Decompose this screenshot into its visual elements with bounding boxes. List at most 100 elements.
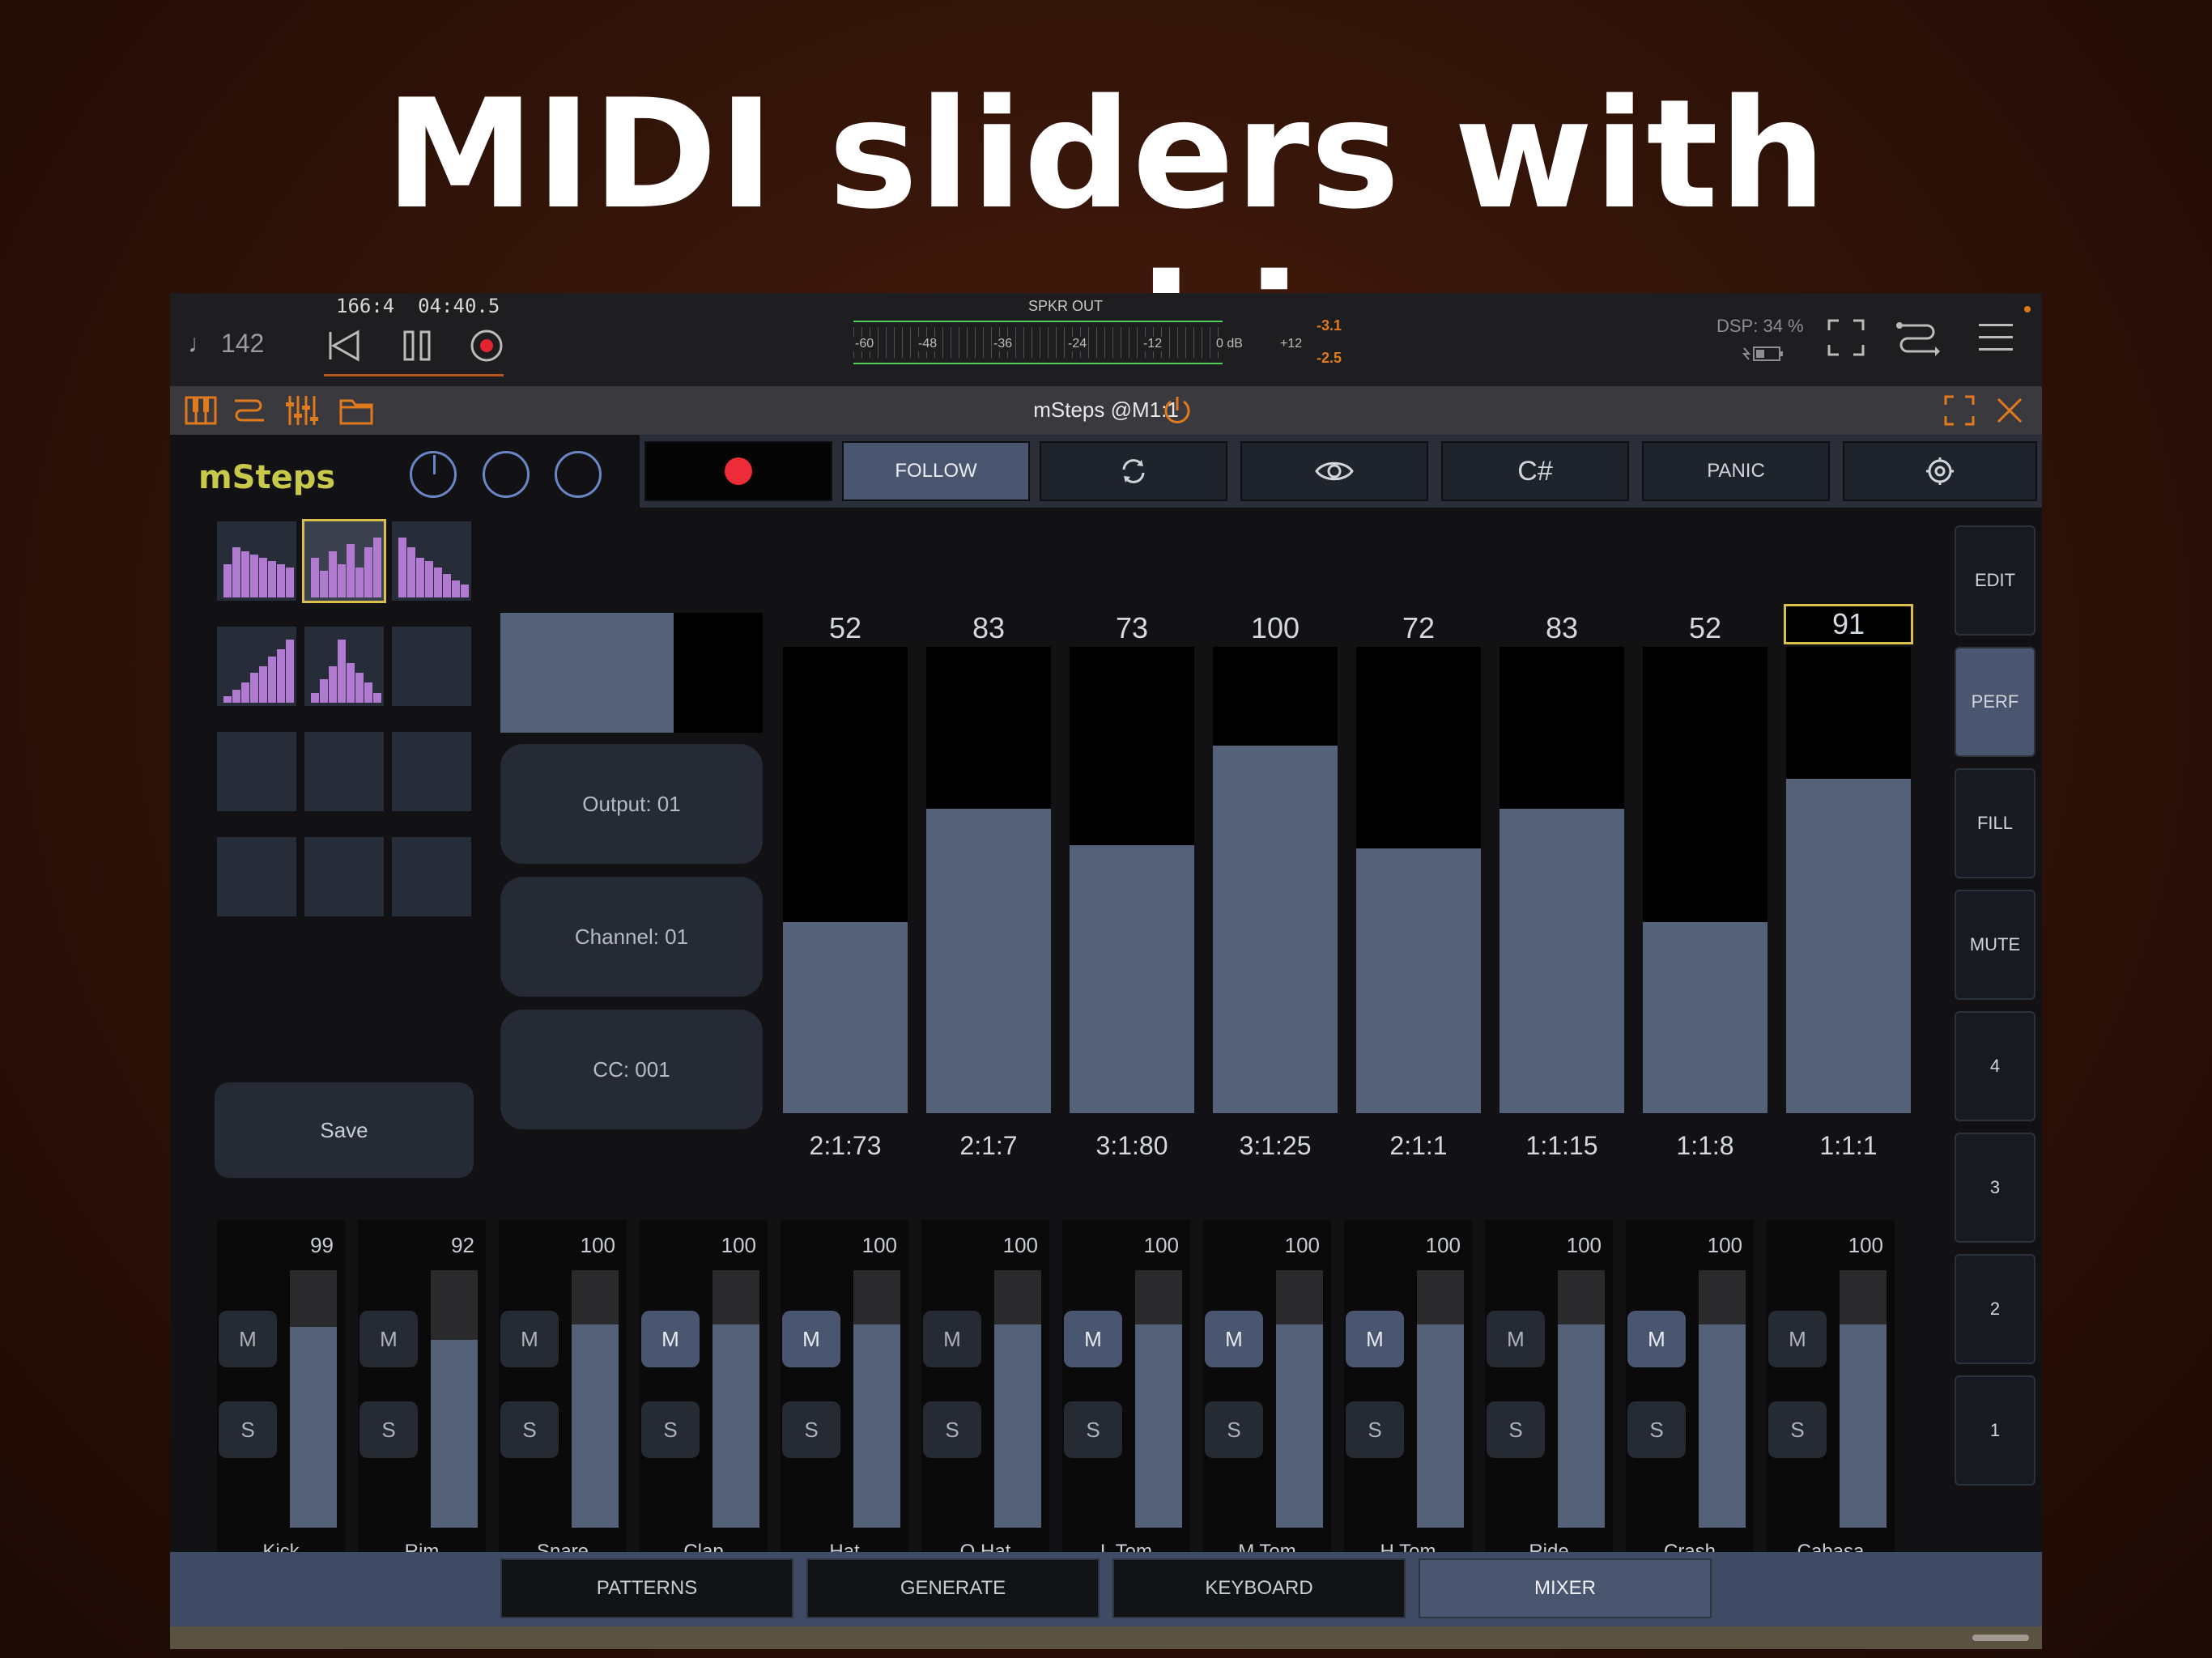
- tab-patterns[interactable]: PATTERNS: [500, 1558, 793, 1618]
- pattern-slot[interactable]: [217, 521, 296, 601]
- host-app: ♩ 142 166:4 04:40.5 SPKR OUT -60 -48 -36…: [170, 293, 2042, 1649]
- settings-button[interactable]: [1843, 441, 2037, 501]
- pattern-slot[interactable]: [217, 732, 296, 811]
- tempo-display[interactable]: ♩ 142: [188, 329, 264, 359]
- channel-fader[interactable]: [1417, 1270, 1464, 1528]
- output-selector[interactable]: Output: 01: [500, 744, 763, 864]
- solo-button[interactable]: S: [1487, 1401, 1545, 1458]
- mute-button[interactable]: M: [641, 1311, 700, 1367]
- channel-fader[interactable]: [290, 1270, 337, 1528]
- channel-fader[interactable]: [713, 1270, 759, 1528]
- pattern-slot[interactable]: [392, 521, 471, 601]
- solo-button[interactable]: S: [782, 1401, 840, 1458]
- side-button-mute[interactable]: MUTE: [1955, 890, 2035, 1000]
- side-button-fill[interactable]: FILL: [1955, 768, 2035, 878]
- side-button-2[interactable]: 2: [1955, 1254, 2035, 1364]
- mute-button[interactable]: M: [1064, 1311, 1122, 1367]
- solo-button[interactable]: S: [500, 1401, 559, 1458]
- pattern-slot[interactable]: [304, 732, 384, 811]
- mute-button[interactable]: M: [359, 1311, 418, 1367]
- pattern-slot[interactable]: [217, 627, 296, 706]
- mute-button[interactable]: M: [1346, 1311, 1404, 1367]
- fullscreen-icon[interactable]: [1826, 317, 1866, 358]
- channel-volume: 100: [721, 1233, 756, 1257]
- channel-fader[interactable]: [1276, 1270, 1323, 1528]
- pattern-slot[interactable]: [302, 519, 386, 603]
- pattern-slot[interactable]: [392, 627, 471, 706]
- expand-icon[interactable]: [1943, 394, 1976, 427]
- side-button-4[interactable]: 4: [1955, 1011, 2035, 1121]
- mute-button[interactable]: M: [1768, 1311, 1827, 1367]
- mute-button[interactable]: M: [1205, 1311, 1263, 1367]
- cc-selector[interactable]: CC: 001: [500, 1010, 763, 1129]
- tab-keyboard[interactable]: KEYBOARD: [1112, 1558, 1406, 1618]
- close-icon[interactable]: [1993, 394, 2026, 427]
- solo-button[interactable]: S: [219, 1401, 277, 1458]
- pause-icon[interactable]: [398, 327, 436, 364]
- menu-icon[interactable]: [1977, 317, 2014, 358]
- channel-fader[interactable]: [853, 1270, 900, 1528]
- follow-button[interactable]: FOLLOW: [842, 441, 1030, 501]
- record-icon[interactable]: [468, 327, 505, 364]
- step-slider[interactable]: [1643, 647, 1767, 1113]
- transport-underline: [324, 374, 504, 376]
- solo-button[interactable]: S: [641, 1401, 700, 1458]
- loop-button[interactable]: [1040, 441, 1227, 501]
- step-slider[interactable]: [783, 647, 908, 1113]
- side-button-perf[interactable]: PERF: [1955, 647, 2035, 757]
- solo-button[interactable]: S: [1064, 1401, 1122, 1458]
- step-slider[interactable]: [1499, 647, 1624, 1113]
- key-button[interactable]: C#: [1441, 441, 1629, 501]
- pattern-slot[interactable]: [304, 837, 384, 916]
- solo-button[interactable]: S: [923, 1401, 981, 1458]
- channel-fader[interactable]: [1699, 1270, 1746, 1528]
- channel-fader[interactable]: [1558, 1270, 1605, 1528]
- mute-button[interactable]: M: [923, 1311, 981, 1367]
- step-slider[interactable]: [1786, 647, 1911, 1113]
- routing-icon[interactable]: [1895, 317, 1940, 358]
- solo-button[interactable]: S: [1346, 1401, 1404, 1458]
- step-slider[interactable]: [1070, 647, 1194, 1113]
- side-button-3[interactable]: 3: [1955, 1133, 2035, 1243]
- tab-generate[interactable]: GENERATE: [806, 1558, 1100, 1618]
- tab-mixer[interactable]: MIXER: [1419, 1558, 1712, 1618]
- channel-fader[interactable]: [994, 1270, 1041, 1528]
- step-slider[interactable]: [1213, 647, 1338, 1113]
- solo-button[interactable]: S: [1768, 1401, 1827, 1458]
- pattern-slot[interactable]: [217, 837, 296, 916]
- step-slider[interactable]: [1356, 647, 1481, 1113]
- side-button-1[interactable]: 1: [1955, 1375, 2035, 1486]
- channel-fader[interactable]: [431, 1270, 478, 1528]
- pattern-slot[interactable]: [392, 732, 471, 811]
- panic-button[interactable]: PANIC: [1642, 441, 1830, 501]
- step-slider[interactable]: [926, 647, 1051, 1113]
- record-button[interactable]: [644, 441, 832, 501]
- pattern-slot[interactable]: [304, 627, 384, 706]
- mute-button[interactable]: M: [219, 1311, 277, 1367]
- solo-button[interactable]: S: [1627, 1401, 1686, 1458]
- eye-icon: [1315, 461, 1354, 481]
- solo-button[interactable]: S: [359, 1401, 418, 1458]
- view-button[interactable]: [1240, 441, 1428, 501]
- side-button-edit[interactable]: EDIT: [1955, 525, 2035, 636]
- channel-fader[interactable]: [1840, 1270, 1887, 1528]
- channel-fader[interactable]: [1135, 1270, 1182, 1528]
- host-toolbar: ♩ 142 166:4 04:40.5 SPKR OUT -60 -48 -36…: [170, 293, 2042, 386]
- mute-button[interactable]: M: [1627, 1311, 1686, 1367]
- mute-button[interactable]: M: [500, 1311, 559, 1367]
- save-button[interactable]: Save: [215, 1082, 474, 1178]
- knob-1[interactable]: [410, 451, 457, 498]
- pattern-slot[interactable]: [392, 837, 471, 916]
- pattern-bar: [452, 580, 460, 597]
- pattern-bar: [338, 564, 346, 597]
- meter-bar-left: [853, 321, 1223, 322]
- mute-button[interactable]: M: [1487, 1311, 1545, 1367]
- knob-2[interactable]: [483, 451, 530, 498]
- solo-button[interactable]: S: [1205, 1401, 1263, 1458]
- power-icon[interactable]: [1161, 394, 1193, 427]
- channel-fader[interactable]: [572, 1270, 619, 1528]
- rewind-icon[interactable]: [325, 327, 363, 364]
- channel-selector[interactable]: Channel: 01: [500, 877, 763, 997]
- knob-3[interactable]: [555, 451, 602, 498]
- mute-button[interactable]: M: [782, 1311, 840, 1367]
